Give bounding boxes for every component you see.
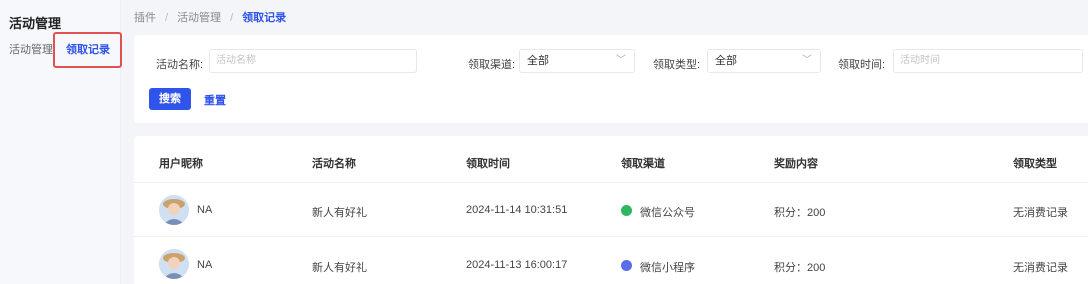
breadcrumb-current: 领取记录 — [242, 12, 287, 24]
wechat-official-account-icon — [621, 205, 632, 216]
breadcrumb-plugin[interactable]: 插件 — [134, 12, 156, 24]
activity-cell: 新人有好礼 — [312, 262, 367, 274]
time-cell: 2024-11-14 10:31:51 — [466, 204, 568, 216]
col-header-time: 领取时间 — [466, 158, 510, 170]
search-button[interactable]: 搜索 — [149, 88, 191, 110]
nickname-cell: NA — [197, 259, 213, 271]
col-header-nickname: 用户昵称 — [159, 158, 203, 170]
table-divider — [134, 182, 1088, 183]
sidebar: 活动管理 活动管理 领取记录 — [0, 0, 122, 284]
records-table — [134, 136, 1088, 284]
table-divider — [134, 236, 1088, 237]
col-header-channel: 领取渠道 — [621, 158, 665, 170]
channel-select-value: 全部 — [527, 55, 549, 67]
breadcrumb: 插件 / 活动管理 / 领取记录 — [134, 12, 287, 24]
sidebar-title: 活动管理 — [9, 16, 62, 31]
activity-name-label: 活动名称: — [156, 59, 204, 71]
activity-name-input[interactable]: 活动名称 — [209, 49, 417, 73]
activity-cell: 新人有好礼 — [312, 207, 367, 219]
col-header-activity: 活动名称 — [312, 158, 356, 170]
wechat-mini-program-icon — [621, 260, 632, 271]
channel-select[interactable]: 全部 ﹀ — [519, 49, 635, 73]
reset-button[interactable]: 重置 — [204, 92, 226, 108]
type-cell: 无消费记录 — [1013, 207, 1068, 219]
nickname-cell: NA — [197, 204, 213, 216]
channel-cell: 微信公众号 — [640, 207, 695, 219]
time-cell: 2024-11-13 16:00:17 — [466, 259, 568, 271]
channel-cell: 微信小程序 — [640, 262, 695, 274]
reward-cell: 积分：200 — [774, 262, 826, 274]
col-header-reward: 奖励内容 — [774, 158, 818, 170]
channel-label: 领取渠道: — [468, 59, 516, 71]
type-cell: 无消费记录 — [1013, 262, 1068, 274]
col-header-type: 领取类型 — [1013, 158, 1057, 170]
avatar — [159, 195, 189, 225]
type-select-value: 全部 — [715, 55, 737, 67]
chevron-down-icon: ﹀ — [616, 55, 626, 66]
type-label: 领取类型: — [653, 59, 701, 71]
chevron-down-icon: ﹀ — [802, 55, 812, 66]
sidebar-item-claim-records[interactable]: 领取记录 — [66, 41, 110, 57]
sidebar-item-activity-management[interactable]: 活动管理 — [9, 41, 53, 57]
breadcrumb-activity-management[interactable]: 活动管理 — [177, 12, 221, 24]
avatar — [159, 249, 189, 279]
time-label: 领取时间: — [838, 59, 886, 71]
time-range-input[interactable]: 活动时间 — [893, 49, 1083, 73]
type-select[interactable]: 全部 ﹀ — [707, 49, 821, 73]
reward-cell: 积分：200 — [774, 207, 826, 219]
